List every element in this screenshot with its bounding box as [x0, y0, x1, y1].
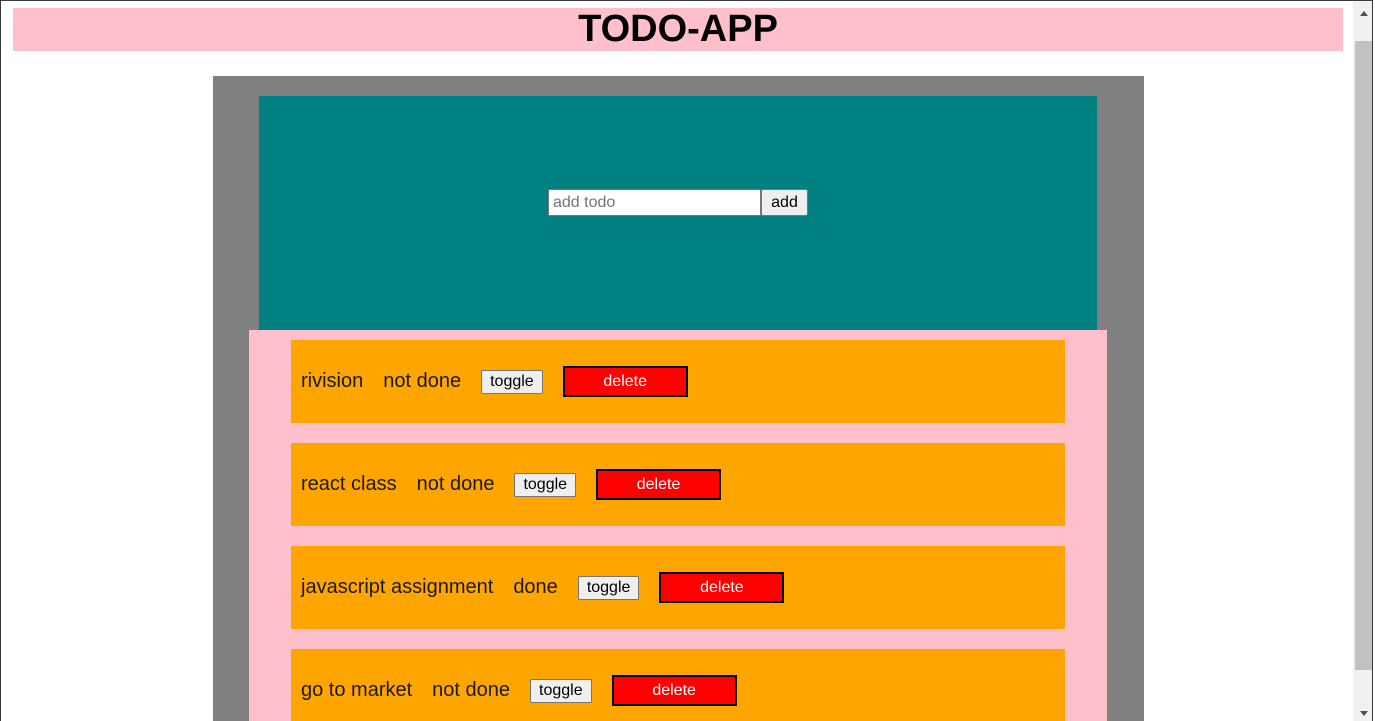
todo-status-text: not done — [432, 679, 511, 701]
delete-button[interactable]: delete — [611, 675, 737, 706]
todo-status-text: not done — [383, 370, 462, 392]
list-item: react class not done toggle delete — [291, 443, 1065, 526]
todo-task-text: go to market — [301, 679, 413, 701]
list-item: rivision not done toggle delete — [291, 340, 1065, 423]
todo-task-text: react class — [301, 473, 397, 495]
scrollbar-thumb[interactable] — [1355, 41, 1372, 670]
scroll-down-button[interactable] — [1353, 705, 1372, 721]
toggle-button[interactable]: toggle — [481, 369, 543, 394]
list-item: javascript assignment done toggle delete — [291, 546, 1065, 629]
todo-task-text: javascript assignment — [301, 576, 494, 598]
page-title: TODO-APP — [578, 8, 778, 50]
toggle-button[interactable]: toggle — [514, 472, 577, 497]
header-bar: TODO-APP — [13, 8, 1343, 51]
delete-button[interactable]: delete — [562, 366, 688, 397]
todo-status-text: not done — [416, 473, 495, 495]
todo-status-text: done — [513, 576, 558, 598]
triangle-up-icon — [1359, 11, 1368, 16]
toggle-button[interactable]: toggle — [530, 678, 592, 703]
todo-task-text: rivision — [301, 370, 364, 392]
delete-button[interactable]: delete — [659, 572, 785, 603]
scroll-up-button[interactable] — [1353, 5, 1372, 22]
delete-button[interactable]: delete — [596, 469, 722, 500]
toggle-button[interactable]: toggle — [577, 575, 640, 600]
vertical-scrollbar[interactable] — [1353, 1, 1372, 721]
add-button[interactable]: add — [761, 189, 808, 216]
add-todo-input[interactable] — [548, 189, 761, 216]
triangle-down-icon — [1359, 711, 1368, 716]
app-window: TODO-APP add rivision not done toggle de… — [0, 0, 1373, 721]
list-item: go to market not done toggle delete — [291, 649, 1065, 721]
